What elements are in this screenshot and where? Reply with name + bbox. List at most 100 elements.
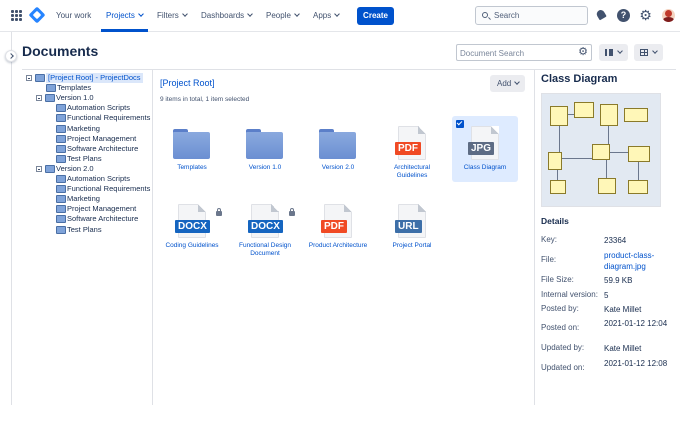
tile-label: Coding Guidelines — [165, 242, 219, 249]
add-button[interactable]: Add — [490, 75, 525, 92]
folder-icon — [56, 104, 66, 113]
detail-key: Posted by: — [541, 304, 579, 313]
nav-people[interactable]: People — [266, 11, 300, 20]
panel-divider — [152, 70, 153, 405]
file-type-badge: PDF — [395, 142, 421, 155]
folder-icon — [45, 164, 55, 173]
file-type-badge: DOCX — [175, 220, 210, 233]
detail-value: 5 — [604, 291, 609, 300]
avatar[interactable] — [662, 9, 675, 22]
details-title: Class Diagram — [541, 73, 618, 85]
tile-label: Functional Design Document — [238, 242, 292, 257]
help-icon[interactable]: ? — [617, 9, 630, 22]
add-button-label: Add — [497, 79, 512, 88]
product-logo-icon[interactable] — [28, 6, 46, 24]
detail-key: Updated on: — [541, 363, 585, 372]
detail-value: 2021-01-12 12:08 — [604, 359, 668, 368]
file-tile[interactable]: PDF Product Architecture — [305, 196, 371, 256]
chevron-down-icon — [652, 48, 658, 54]
folder-icon — [56, 205, 66, 214]
folder-icon — [56, 124, 66, 133]
tree-node-label: [Project Root] - ProjectDocs — [46, 73, 143, 83]
file-tile[interactable]: URL Project Portal — [379, 196, 445, 256]
jpg-file-icon: JPG — [468, 126, 499, 160]
global-search-input[interactable]: Search — [475, 6, 588, 25]
chevron-down-icon — [247, 11, 253, 17]
settings-icon[interactable]: ⚙ — [639, 8, 652, 22]
chevron-down-icon — [181, 11, 188, 17]
detail-key: Posted on: — [541, 323, 580, 332]
file-tile[interactable]: PDF Architectural Guidelines — [379, 118, 445, 179]
docx-file-icon: DOCX — [175, 204, 210, 238]
lock-icon — [216, 208, 222, 216]
tree-node-label: Functional Requirements — [67, 113, 151, 123]
nav-filters[interactable]: Filters — [157, 11, 188, 20]
folder-icon — [56, 175, 66, 183]
collapse-toggle-icon[interactable] — [36, 95, 42, 102]
panel-divider — [22, 69, 676, 70]
folder-icon — [56, 185, 66, 194]
notifications-icon[interactable] — [595, 9, 608, 22]
docx-file-icon: DOCX — [248, 204, 283, 238]
file-type-badge: URL — [395, 220, 422, 233]
detail-value: 23364 — [604, 236, 627, 245]
create-button[interactable]: Create — [357, 7, 394, 25]
detail-key: File Size: — [541, 275, 574, 284]
collapse-toggle-icon[interactable] — [36, 165, 42, 172]
detail-value: Kate Millet — [604, 344, 642, 353]
tree-node-label: Version 1.0 — [56, 93, 94, 103]
folder-tile[interactable]: Version 2.0 — [305, 118, 371, 178]
nav-your-work-label: Your work — [56, 11, 92, 20]
nav-filters-label: Filters — [157, 11, 179, 20]
file-tile[interactable]: JPG Class Diagram — [452, 116, 518, 182]
breadcrumb[interactable]: [Project Root] — [160, 78, 215, 88]
tile-label: Version 2.0 — [321, 164, 355, 171]
grid-view-button[interactable] — [634, 44, 663, 61]
tree-node-label: Automation Scripts — [67, 103, 130, 113]
tree-node-label: Project Management — [67, 133, 137, 143]
details-heading: Details — [541, 216, 569, 226]
tile-label: Class Diagram — [463, 164, 507, 171]
detail-value: 2021-01-12 12:04 — [604, 319, 668, 328]
class-diagram-thumbnail[interactable] — [541, 93, 661, 207]
tile-label: Templates — [177, 164, 207, 171]
file-tile[interactable]: DOCX Coding Guidelines — [159, 196, 225, 256]
app-switcher-icon[interactable] — [11, 10, 22, 21]
tile-label: Product Architecture — [308, 242, 368, 249]
folder-icon — [56, 144, 66, 153]
tree-node-label: Functional Requirements — [67, 184, 151, 194]
detail-key: Key: — [541, 235, 558, 244]
nav-dashboards[interactable]: Dashboards — [201, 11, 253, 20]
folder-tile[interactable]: Version 1.0 — [232, 118, 298, 178]
search-settings-icon[interactable]: ⚙ — [578, 45, 588, 58]
folder-icon — [246, 129, 283, 159]
nav-apps[interactable]: Apps — [313, 11, 341, 20]
detail-key: File: — [541, 255, 557, 264]
nav-people-label: People — [266, 11, 291, 20]
columns-icon — [605, 49, 613, 56]
nav-your-work[interactable]: Your work — [56, 11, 91, 20]
document-search-field[interactable]: ⚙ — [456, 44, 592, 61]
folder-tile[interactable]: Templates — [159, 118, 225, 178]
columns-view-button[interactable] — [599, 44, 628, 61]
tree-node-label: Project Management — [67, 204, 137, 214]
selected-checkbox[interactable] — [456, 120, 464, 128]
detail-file-link[interactable]: product-class-diagram.jpg — [604, 250, 676, 272]
chevron-down-icon — [334, 11, 341, 17]
document-search-input[interactable] — [460, 47, 572, 59]
folder-icon — [319, 129, 356, 159]
collapse-toggle-icon[interactable] — [26, 75, 32, 81]
expand-sidebar-button[interactable] — [5, 50, 17, 62]
detail-value: Kate Millet — [604, 305, 642, 314]
file-tile[interactable]: DOCX Functional Design Document — [232, 196, 298, 257]
file-type-badge: JPG — [468, 142, 495, 155]
item-count: 9 items in total, 1 item selected — [160, 96, 250, 103]
active-tab-indicator — [101, 29, 148, 32]
tree-node-label: Marketing — [67, 194, 100, 204]
tree-node-label: Software Architecture — [67, 214, 139, 224]
pdf-file-icon: PDF — [321, 204, 352, 238]
nav-projects[interactable]: Projects — [106, 11, 144, 20]
folder-icon — [56, 114, 66, 123]
lock-icon — [289, 208, 295, 216]
tree-node-label: Templates — [57, 83, 92, 93]
